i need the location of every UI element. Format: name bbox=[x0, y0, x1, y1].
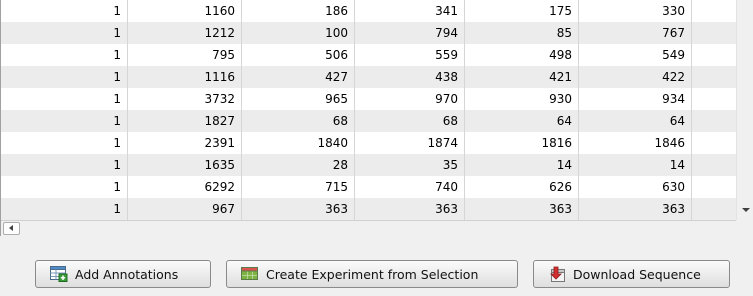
download-dna-icon bbox=[550, 266, 565, 282]
table-cell: 498 bbox=[465, 44, 579, 66]
table-cell: 421 bbox=[465, 66, 579, 88]
table-cell bbox=[692, 176, 736, 198]
table-row[interactable]: 1 1160 186 341 175 330 bbox=[1, 0, 736, 22]
table-cell bbox=[692, 110, 736, 132]
table-cell: 794 bbox=[355, 22, 465, 44]
table-cell: 740 bbox=[355, 176, 465, 198]
table-cell: 1846 bbox=[579, 132, 692, 154]
table-cell: 1116 bbox=[128, 66, 242, 88]
table-row[interactable]: 1 2391 1840 1874 1816 1846 bbox=[1, 132, 736, 154]
table-cell: 1 bbox=[1, 154, 128, 176]
table-cell: 715 bbox=[242, 176, 355, 198]
table-cell: 14 bbox=[465, 154, 579, 176]
table-grid: 1 1160 186 341 175 330 1 1212 100 794 85 767 1 795 506… bbox=[1, 0, 736, 220]
create-experiment-label: Create Experiment from Selection bbox=[266, 266, 479, 282]
table-cell: 965 bbox=[242, 88, 355, 110]
table-row[interactable]: 1 1827 68 68 64 64 bbox=[1, 110, 736, 132]
scroll-left-button[interactable] bbox=[3, 222, 20, 235]
table-cell bbox=[692, 22, 736, 44]
table-cell: 967 bbox=[128, 198, 242, 220]
table-cell bbox=[692, 198, 736, 220]
table-cell: 1 bbox=[1, 132, 128, 154]
table-cell: 1 bbox=[1, 88, 128, 110]
create-experiment-button[interactable]: Create Experiment from Selection bbox=[226, 260, 518, 288]
vertical-scrollbar[interactable] bbox=[736, 0, 753, 220]
table-cell: 1 bbox=[1, 22, 128, 44]
table-cell: 1874 bbox=[355, 132, 465, 154]
table-cell: 1 bbox=[1, 198, 128, 220]
table-cell: 1 bbox=[1, 66, 128, 88]
table-cell: 35 bbox=[355, 154, 465, 176]
table-cell: 186 bbox=[242, 0, 355, 22]
download-sequence-button[interactable]: Download Sequence bbox=[533, 260, 730, 288]
table-cell: 363 bbox=[465, 198, 579, 220]
table-cell: 934 bbox=[579, 88, 692, 110]
table-cell: 1816 bbox=[465, 132, 579, 154]
grid-table-icon bbox=[241, 267, 258, 280]
scrollbar-corner bbox=[736, 220, 753, 236]
table-cell: 64 bbox=[579, 110, 692, 132]
table-cell: 3732 bbox=[128, 88, 242, 110]
table-cell: 100 bbox=[242, 22, 355, 44]
table-cell: 506 bbox=[242, 44, 355, 66]
arrow-left-icon bbox=[9, 225, 13, 231]
table-cell: 363 bbox=[242, 198, 355, 220]
table-cell: 767 bbox=[579, 22, 692, 44]
table-cell: 330 bbox=[579, 0, 692, 22]
table-cell: 2391 bbox=[128, 132, 242, 154]
table-plus-icon bbox=[50, 266, 68, 282]
table-cell: 970 bbox=[355, 88, 465, 110]
table-cell: 68 bbox=[355, 110, 465, 132]
table-cell: 175 bbox=[465, 0, 579, 22]
table-cell: 930 bbox=[465, 88, 579, 110]
table-cell: 28 bbox=[242, 154, 355, 176]
table-cell: 1 bbox=[1, 44, 128, 66]
table-cell: 1160 bbox=[128, 0, 242, 22]
table-cell: 1840 bbox=[242, 132, 355, 154]
table-cell: 549 bbox=[579, 44, 692, 66]
add-annotations-button[interactable]: Add Annotations bbox=[35, 260, 211, 288]
table-cell: 422 bbox=[579, 66, 692, 88]
download-sequence-label: Download Sequence bbox=[573, 266, 701, 282]
table-row[interactable]: 1 1635 28 35 14 14 bbox=[1, 154, 736, 176]
table-row[interactable]: 1 3732 965 970 930 934 bbox=[1, 88, 736, 110]
table-cell: 64 bbox=[465, 110, 579, 132]
table-cell: 14 bbox=[579, 154, 692, 176]
table-cell: 1827 bbox=[128, 110, 242, 132]
results-table: 1 1160 186 341 175 330 1 1212 100 794 85 767 1 795 506… bbox=[0, 0, 753, 236]
table-cell: 6292 bbox=[128, 176, 242, 198]
table-row[interactable]: 1 795 506 559 498 549 bbox=[1, 44, 736, 66]
table-cell bbox=[692, 0, 736, 22]
table-cell: 795 bbox=[128, 44, 242, 66]
table-cell: 1 bbox=[1, 176, 128, 198]
table-cell bbox=[692, 66, 736, 88]
table-cell: 630 bbox=[579, 176, 692, 198]
table-cell: 1635 bbox=[128, 154, 242, 176]
table-cell: 427 bbox=[242, 66, 355, 88]
table-cell bbox=[692, 44, 736, 66]
table-cell bbox=[692, 88, 736, 110]
table-cell: 559 bbox=[355, 44, 465, 66]
table-row[interactable]: 1 967 363 363 363 363 bbox=[1, 198, 736, 220]
table-cell: 68 bbox=[242, 110, 355, 132]
table-cell: 1 bbox=[1, 110, 128, 132]
table-row[interactable]: 1 1212 100 794 85 767 bbox=[1, 22, 736, 44]
table-cell: 1 bbox=[1, 0, 128, 22]
table-cell: 1212 bbox=[128, 22, 242, 44]
table-cell: 363 bbox=[355, 198, 465, 220]
table-cell bbox=[692, 132, 736, 154]
scroll-down-arrow-icon[interactable] bbox=[742, 208, 750, 212]
table-cell: 85 bbox=[465, 22, 579, 44]
table-cell bbox=[692, 154, 736, 176]
table-row[interactable]: 1 6292 715 740 626 630 bbox=[1, 176, 736, 198]
table-cell: 438 bbox=[355, 66, 465, 88]
horizontal-scrollbar[interactable] bbox=[1, 220, 736, 236]
table-cell: 363 bbox=[579, 198, 692, 220]
add-annotations-label: Add Annotations bbox=[75, 266, 179, 282]
table-row[interactable]: 1 1116 427 438 421 422 bbox=[1, 66, 736, 88]
table-cell: 626 bbox=[465, 176, 579, 198]
table-cell: 341 bbox=[355, 0, 465, 22]
